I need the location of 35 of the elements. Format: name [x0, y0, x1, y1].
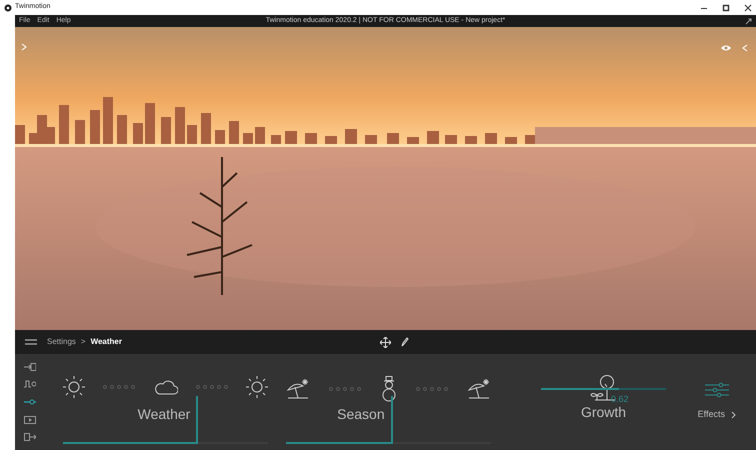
cloud-icon[interactable] [154, 379, 178, 395]
effects-button[interactable]: Effects [698, 354, 736, 450]
dial-marker[interactable] [390, 396, 393, 442]
breadcrumb-separator: > [80, 336, 86, 348]
graph-icon[interactable] [24, 379, 36, 390]
eye-icon[interactable] [720, 44, 732, 52]
dotted-track [414, 387, 450, 391]
dial-marker[interactable] [196, 396, 198, 442]
dotted-track [101, 385, 138, 389]
beach-umbrella-icon[interactable] [467, 378, 491, 400]
sliders-icon [704, 382, 729, 398]
menu-icon[interactable] [25, 338, 37, 346]
growth-label: Growth [580, 403, 626, 422]
import-icon[interactable] [24, 362, 36, 372]
export-icon[interactable] [24, 432, 36, 442]
dial-label: Season [337, 405, 385, 424]
media-icon[interactable] [24, 414, 36, 425]
dial-label: Weather [138, 405, 190, 424]
sun-icon[interactable] [63, 376, 85, 398]
growth-value: 0.62 [611, 393, 629, 406]
dotted-track [194, 385, 230, 389]
move-icon[interactable] [380, 337, 391, 348]
sun-icon[interactable] [246, 376, 268, 398]
dotted-track [327, 387, 364, 391]
beach-umbrella-icon[interactable] [286, 378, 310, 400]
snowman-icon[interactable] [380, 376, 396, 402]
close-icon[interactable] [744, 4, 752, 12]
maximize-icon[interactable] [722, 4, 730, 12]
chevron-right-icon [731, 411, 736, 419]
slider-icon[interactable] [24, 396, 36, 407]
expand-icon[interactable] [745, 18, 752, 24]
breadcrumb-item[interactable]: Settings [47, 336, 76, 348]
breadcrumb-item: Weather [90, 336, 122, 348]
pencil-icon[interactable] [401, 337, 409, 347]
app-logo-icon [4, 4, 12, 12]
